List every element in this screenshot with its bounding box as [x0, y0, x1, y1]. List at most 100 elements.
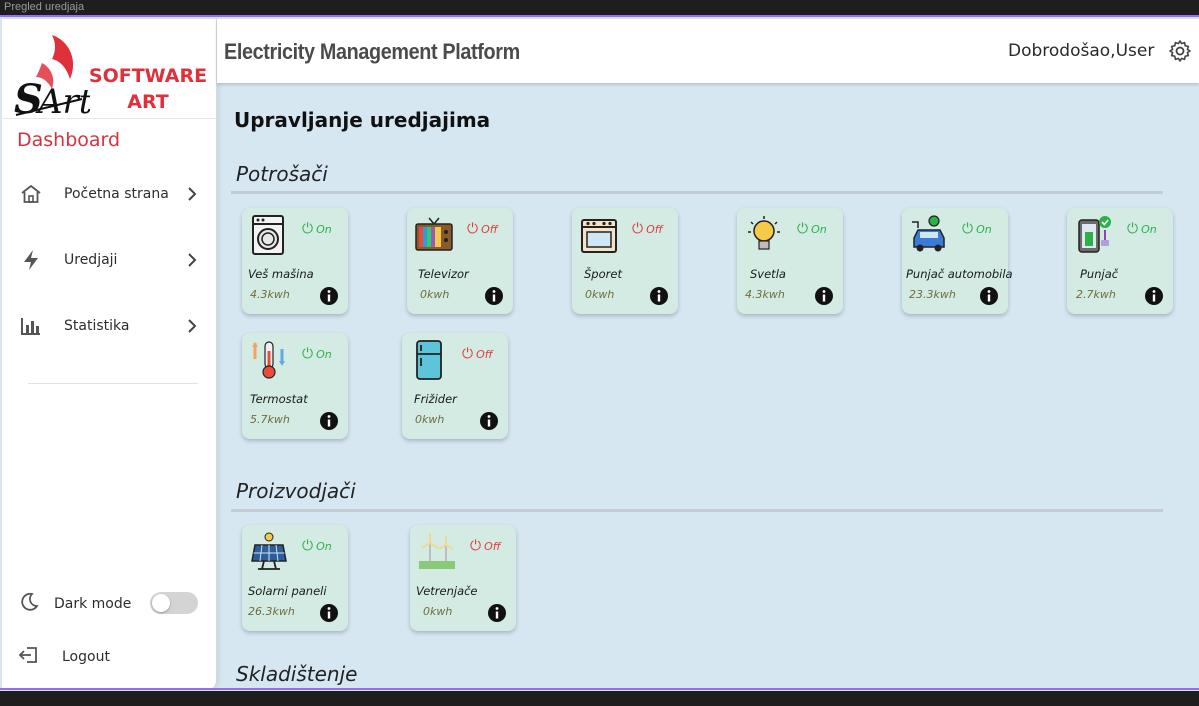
status-label: On [316, 539, 332, 553]
device-card-vetrenjace[interactable]: ⏻ Off Vetrenjače 0kwh [410, 525, 516, 631]
status-toggle[interactable]: ⏻ Off [470, 538, 501, 554]
svg-text:Art: Art [35, 82, 90, 119]
device-card-sporet[interactable]: ⏻ Off Šporet 0kwh [572, 208, 678, 314]
device-card-solarni-paneli[interactable]: ⏻ On Solarni paneli 26.3kwh [242, 525, 348, 631]
device-name: Solarni paneli [248, 584, 327, 598]
brand-line-2: ART [127, 91, 169, 113]
power-icon: ⏻ [797, 221, 809, 237]
power-icon: ⏻ [632, 221, 644, 237]
section-divider [231, 191, 1163, 194]
moon-icon [18, 591, 40, 618]
power-icon: ⏻ [962, 221, 974, 237]
power-icon: ⏻ [467, 221, 479, 237]
device-name: Termostat [250, 392, 308, 406]
info-icon[interactable] [1144, 286, 1164, 306]
logout-label: Logout [62, 649, 110, 665]
status-label: On [811, 222, 827, 236]
app-title: Electricity Management Platform [224, 39, 520, 64]
brand-logo[interactable]: S Art SOFTWARE ART [8, 27, 208, 119]
status-label: On [316, 222, 332, 236]
device-name: Punjač [1080, 267, 1119, 281]
power-icon: ⏻ [1127, 221, 1139, 237]
device-consumption: 23.3kwh [909, 288, 956, 301]
status-toggle[interactable]: ⏻ Off [632, 221, 663, 237]
device-name: Šporet [584, 267, 622, 281]
device-card-punjac-automobila[interactable]: ⏻ On Punjač automobila 23.3kwh [902, 208, 1013, 314]
power-icon: ⏻ [462, 346, 474, 362]
device-card-frizider[interactable]: ⏻ Off Frižider 0kwh [402, 333, 508, 439]
device-card-punjac[interactable]: ⏻ On Punjač 2.7kwh [1067, 208, 1173, 314]
logo-divider [2, 118, 216, 119]
frame-label: Pregled uredjaja [4, 1, 85, 13]
sidebar-divider [28, 383, 198, 384]
status-toggle[interactable]: ⏻ On [302, 346, 332, 362]
status-label: Off [484, 539, 501, 553]
software-art-logo-mark: S Art [14, 35, 90, 119]
status-toggle[interactable]: ⏻ On [797, 221, 827, 237]
status-toggle[interactable]: ⏻ On [1127, 221, 1157, 237]
sidebar: S Art SOFTWARE ART Dashboard Početna str… [2, 19, 217, 690]
logout-icon [18, 644, 40, 671]
device-consumption: 0kwh [415, 413, 445, 426]
power-icon: ⏻ [470, 538, 482, 554]
washing-machine-icon [252, 215, 284, 255]
fridge-icon [416, 340, 442, 380]
info-icon[interactable] [319, 286, 339, 306]
device-consumption: 2.7kwh [1076, 288, 1116, 301]
device-consumption: 4.3kwh [250, 288, 290, 301]
logout-button[interactable]: Logout [18, 642, 204, 672]
status-label: Off [646, 222, 663, 236]
device-consumption: 0kwh [423, 605, 453, 618]
device-name: Frižider [414, 392, 457, 406]
oven-icon [581, 219, 617, 253]
device-name: Svetla [750, 267, 786, 281]
welcome-text: Dobrodošao,User [1008, 41, 1155, 61]
info-icon[interactable] [319, 411, 339, 431]
device-card-termostat[interactable]: ⏻ On Termostat 5.7kwh [242, 333, 348, 439]
status-toggle[interactable]: ⏻ On [302, 221, 332, 237]
device-consumption: 0kwh [420, 288, 450, 301]
status-label: On [316, 347, 332, 361]
sidebar-item-uredjaji[interactable]: Uredjaji [16, 240, 202, 280]
info-icon[interactable] [649, 286, 669, 306]
device-name: Vetrenjače [416, 584, 478, 598]
info-icon[interactable] [979, 286, 999, 306]
status-toggle[interactable]: ⏻ On [962, 221, 992, 237]
solar-panel-icon [251, 532, 287, 570]
device-name: Veš mašina [248, 267, 314, 281]
status-toggle[interactable]: ⏻ Off [467, 221, 498, 237]
device-name: Punjač automobila [906, 267, 1013, 281]
sidebar-item-pocetna-strana[interactable]: Početna strana [16, 174, 202, 214]
info-icon[interactable] [487, 603, 507, 623]
section-divider [231, 509, 1163, 512]
device-card-ves-masina[interactable]: ⏻ On Veš mašina 4.3kwh [242, 208, 348, 314]
status-label: On [1141, 222, 1157, 236]
status-label: On [976, 222, 992, 236]
device-card-svetla[interactable]: ⏻ On Svetla 4.3kwh [737, 208, 843, 314]
phone-charger-icon [1078, 216, 1111, 253]
tv-icon [415, 217, 453, 251]
info-icon[interactable] [319, 603, 339, 623]
device-consumption: 26.3kwh [248, 605, 295, 618]
status-toggle[interactable]: ⏻ Off [462, 346, 493, 362]
car-charger-icon [912, 215, 945, 252]
sidebar-item-label: Početna strana [64, 186, 169, 202]
power-icon: ⏻ [302, 221, 314, 237]
info-icon[interactable] [479, 411, 499, 431]
device-card-televizor[interactable]: ⏻ Off Televizor 0kwh [407, 208, 513, 314]
wind-turbine-icon [419, 533, 455, 569]
device-consumption: 0kwh [585, 288, 615, 301]
section-title-proizvodjaci: Proizvodjači [236, 479, 356, 503]
info-icon[interactable] [484, 286, 504, 306]
status-label: Off [481, 222, 498, 236]
sidebar-item-label: Statistika [64, 318, 130, 334]
sidebar-item-statistika[interactable]: Statistika [16, 306, 202, 346]
bar-chart-icon [16, 314, 46, 338]
toggle-knob [152, 594, 170, 612]
gear-icon[interactable] [1168, 39, 1192, 63]
dark-mode-toggle[interactable] [150, 592, 198, 614]
info-icon[interactable] [814, 286, 834, 306]
brand-name: SOFTWARE ART [88, 63, 208, 115]
status-toggle[interactable]: ⏻ On [302, 538, 332, 554]
section-title-skladistenje: Skladištenje [236, 662, 358, 686]
